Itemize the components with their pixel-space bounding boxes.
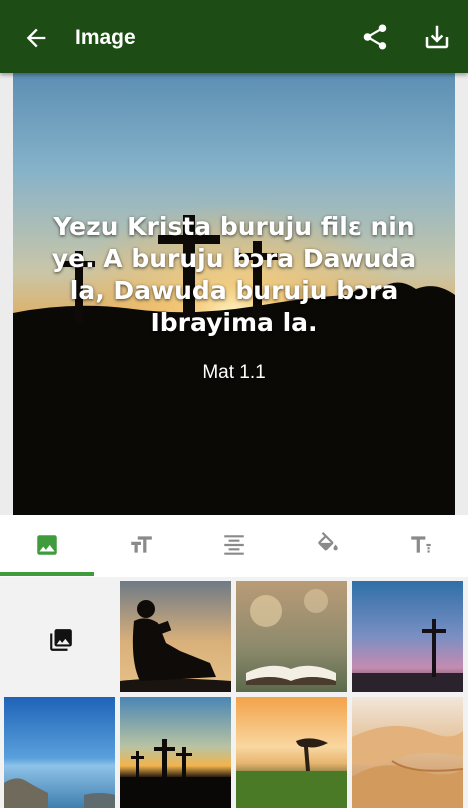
photo-library-icon	[50, 629, 72, 651]
preview-area: Yezu Krista buruju filɛ nin ye. A buruju…	[0, 73, 468, 515]
text-format-icon	[411, 536, 432, 553]
gallery-image-savanna-tree[interactable]	[236, 697, 347, 808]
selected-tab-indicator	[0, 572, 94, 576]
gallery-image-calm-sea[interactable]	[4, 697, 115, 808]
verse-reference[interactable]: Mat 1.1	[33, 361, 435, 385]
paint-bucket-icon	[318, 532, 338, 551]
text-size-icon	[130, 536, 152, 553]
gallery-image-three-crosses[interactable]	[120, 697, 231, 808]
page-title: Image	[75, 26, 136, 49]
verse-text[interactable]: Yezu Krista buruju filɛ nin ye. A buruju…	[33, 211, 435, 339]
editor-tabs	[0, 515, 468, 578]
tab-alignment[interactable]	[187, 515, 281, 577]
gallery-image-desert[interactable]	[352, 697, 463, 808]
image-icon	[37, 535, 57, 555]
tab-font[interactable]	[374, 515, 468, 577]
align-center-icon	[224, 535, 244, 555]
background-gallery	[0, 577, 468, 808]
tab-color[interactable]	[281, 515, 375, 577]
gallery-picker-button[interactable]	[4, 581, 115, 692]
tab-background-image[interactable]	[0, 515, 94, 577]
app-bar: Image	[0, 0, 468, 73]
gallery-image-cross-at-dusk[interactable]	[352, 581, 463, 692]
arrow-back-icon[interactable]	[22, 24, 50, 52]
verse-image-preview: Yezu Krista buruju filɛ nin ye. A buruju…	[13, 73, 455, 515]
gallery-image-open-bible[interactable]	[236, 581, 347, 692]
gallery-image-boy-reading[interactable]	[120, 581, 231, 692]
tab-text-size[interactable]	[94, 515, 188, 577]
share-icon[interactable]	[360, 22, 390, 52]
download-icon[interactable]	[422, 22, 452, 52]
